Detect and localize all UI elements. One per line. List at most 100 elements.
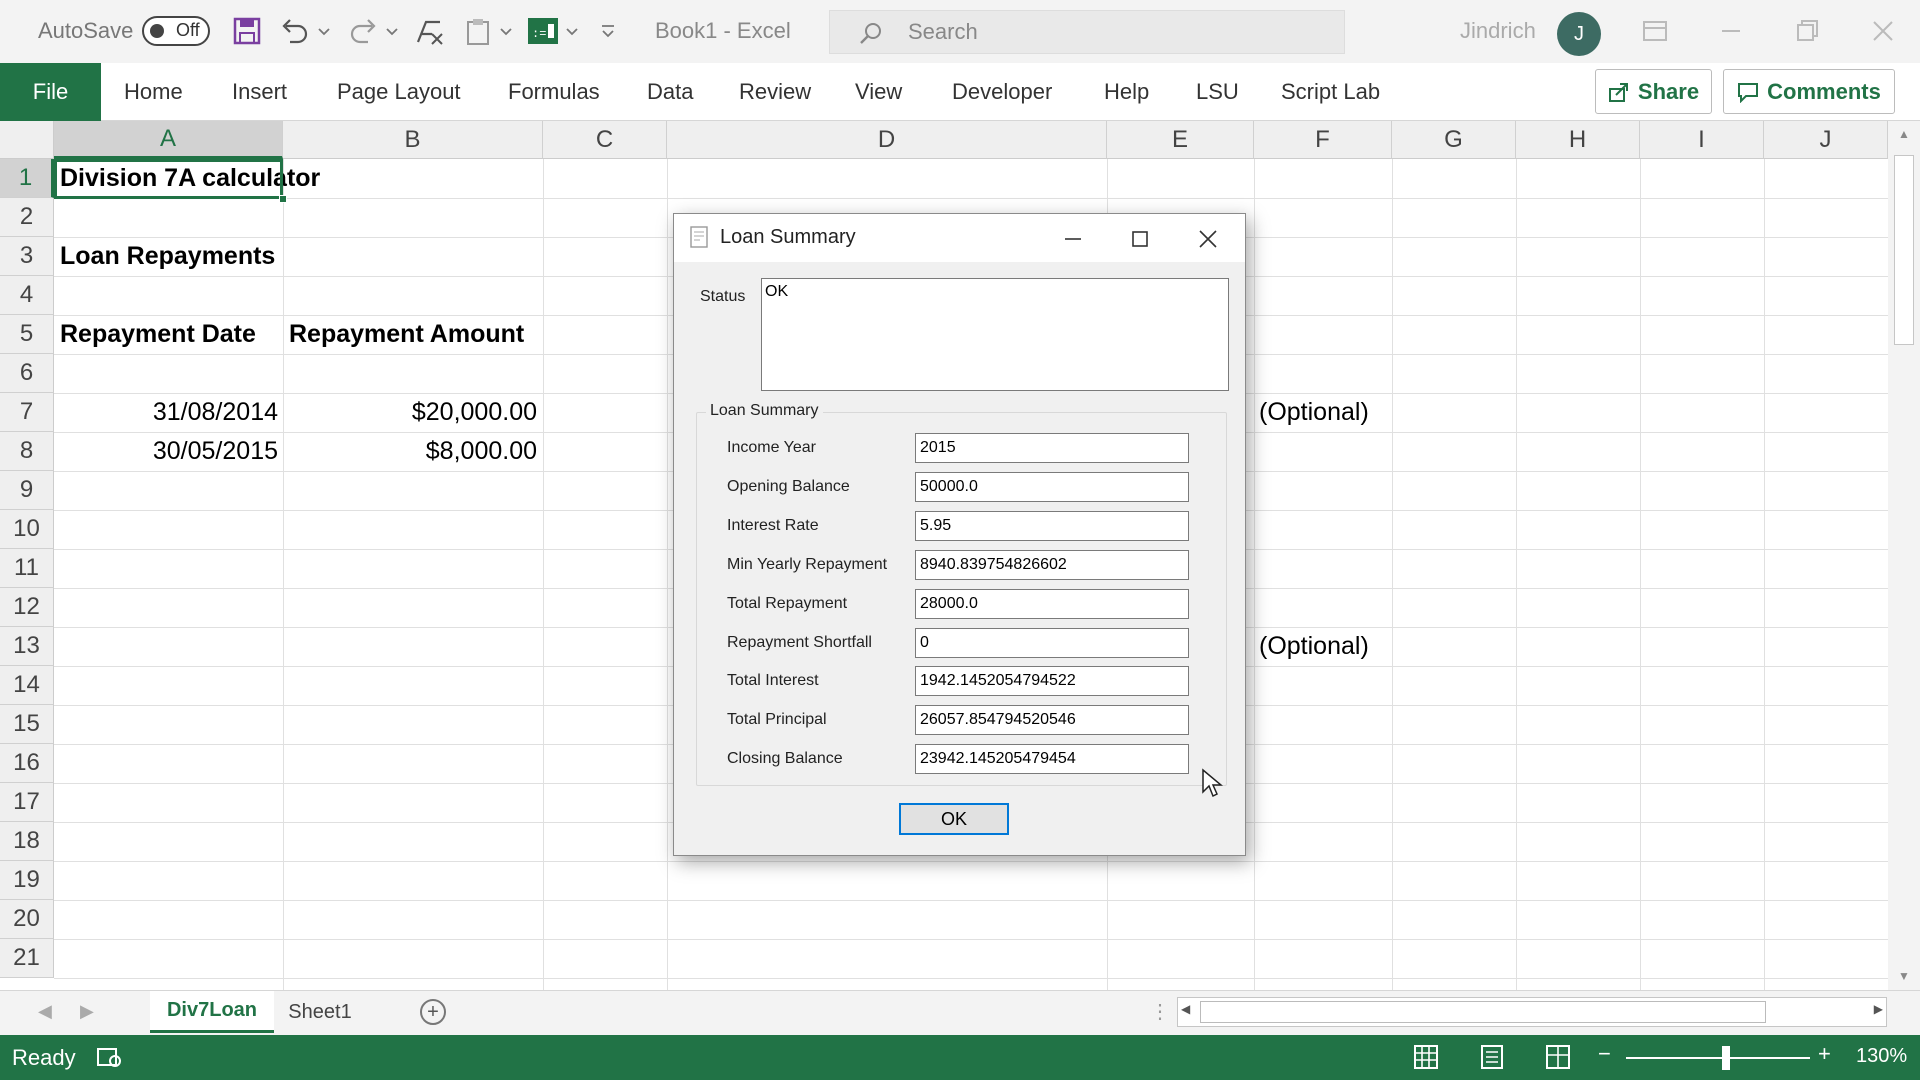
- macro-recording-icon[interactable]: [96, 1045, 122, 1069]
- column-header-f[interactable]: F: [1254, 121, 1392, 159]
- status-textbox[interactable]: OK: [761, 278, 1229, 391]
- normal-view-icon[interactable]: [1412, 1043, 1440, 1071]
- total-interest-field[interactable]: 1942.1452054794522: [915, 666, 1189, 696]
- share-button[interactable]: Share: [1595, 69, 1712, 114]
- page-break-preview-icon[interactable]: [1544, 1043, 1572, 1071]
- tab-help[interactable]: Help: [1104, 79, 1149, 105]
- row-header-14[interactable]: 14: [0, 666, 54, 705]
- row-header-2[interactable]: 2: [0, 198, 54, 237]
- row-header-6[interactable]: 6: [0, 354, 54, 393]
- zoom-out-icon[interactable]: −: [1598, 1041, 1611, 1067]
- row-header-12[interactable]: 12: [0, 588, 54, 627]
- cell-f7[interactable]: (Optional): [1259, 393, 1369, 432]
- dialog-maximize-icon[interactable]: [1125, 224, 1155, 254]
- closing-balance-field[interactable]: 23942.145205479454: [915, 744, 1189, 774]
- scroll-right-icon[interactable]: ▶: [1874, 1002, 1883, 1016]
- vertical-scroll-thumb[interactable]: [1894, 155, 1914, 345]
- row-header-1[interactable]: 1: [0, 159, 54, 198]
- sheet-tab-div7loan[interactable]: Div7Loan: [150, 991, 274, 1033]
- column-header-c[interactable]: C: [543, 121, 667, 159]
- row-header-10[interactable]: 10: [0, 510, 54, 549]
- min-yearly-repayment-field[interactable]: 8940.839754826602: [915, 550, 1189, 580]
- row-header-13[interactable]: 13: [0, 627, 54, 666]
- cell-b7[interactable]: $20,000.00: [283, 393, 537, 432]
- ribbon-display-options-icon[interactable]: [1638, 14, 1672, 48]
- zoom-slider[interactable]: [1626, 1057, 1810, 1059]
- column-header-j[interactable]: J: [1764, 121, 1888, 159]
- select-all-corner[interactable]: [0, 121, 54, 159]
- redo-icon[interactable]: [346, 14, 380, 48]
- row-header-21[interactable]: 21: [0, 939, 54, 978]
- income-year-field[interactable]: 2015: [915, 433, 1189, 463]
- zoom-in-icon[interactable]: +: [1818, 1041, 1831, 1067]
- tab-developer[interactable]: Developer: [952, 79, 1052, 105]
- undo-icon[interactable]: [278, 14, 312, 48]
- tab-home[interactable]: Home: [124, 79, 183, 105]
- avatar[interactable]: J: [1557, 12, 1601, 56]
- ok-button[interactable]: OK: [899, 803, 1009, 835]
- scroll-up-icon[interactable]: ▲: [1896, 127, 1912, 143]
- horizontal-scroll-thumb[interactable]: [1200, 1001, 1766, 1023]
- minimize-icon[interactable]: [1714, 14, 1748, 48]
- row-header-3[interactable]: 3: [0, 237, 54, 276]
- total-repayment-field[interactable]: 28000.0: [915, 589, 1189, 619]
- cell-f13[interactable]: (Optional): [1259, 627, 1369, 666]
- next-sheet-icon[interactable]: ▶: [80, 1001, 94, 1022]
- sheet-tab-sheet1[interactable]: Sheet1: [274, 991, 366, 1033]
- row-header-11[interactable]: 11: [0, 549, 54, 588]
- dialog-minimize-icon[interactable]: [1058, 224, 1088, 254]
- redo-dropdown-icon[interactable]: [382, 14, 402, 48]
- zoom-slider-thumb[interactable]: [1722, 1046, 1730, 1070]
- total-principal-field[interactable]: 26057.854794520546: [915, 705, 1189, 735]
- tab-formulas[interactable]: Formulas: [508, 79, 600, 105]
- tab-page-layout[interactable]: Page Layout: [337, 79, 461, 105]
- cell-a5[interactable]: Repayment Date: [60, 315, 256, 354]
- prev-sheet-icon[interactable]: ◀: [38, 1001, 52, 1022]
- opening-balance-field[interactable]: 50000.0: [915, 472, 1189, 502]
- horizontal-scrollbar[interactable]: ◀ ▶: [1177, 997, 1887, 1027]
- page-layout-view-icon[interactable]: [1478, 1043, 1506, 1071]
- column-header-i[interactable]: I: [1640, 121, 1764, 159]
- tab-view[interactable]: View: [855, 79, 902, 105]
- interest-rate-field[interactable]: 5.95: [915, 511, 1189, 541]
- paste-icon[interactable]: [460, 14, 494, 48]
- zoom-level[interactable]: 130%: [1856, 1045, 1907, 1068]
- row-header-9[interactable]: 9: [0, 471, 54, 510]
- fill-handle[interactable]: [279, 195, 287, 203]
- dialog-title-bar[interactable]: Loan Summary: [674, 214, 1245, 262]
- row-header-8[interactable]: 8: [0, 432, 54, 471]
- add-sheet-icon[interactable]: +: [420, 999, 446, 1025]
- macro-dropdown-icon[interactable]: [562, 14, 582, 48]
- cell-a7[interactable]: 31/08/2014: [54, 393, 278, 432]
- restore-icon[interactable]: [1790, 14, 1824, 48]
- autosave-toggle[interactable]: Off: [142, 16, 210, 46]
- tab-review[interactable]: Review: [739, 79, 811, 105]
- tab-lsu[interactable]: LSU: [1196, 79, 1239, 105]
- close-icon[interactable]: [1866, 14, 1900, 48]
- save-icon[interactable]: [230, 14, 264, 48]
- column-header-h[interactable]: H: [1516, 121, 1640, 159]
- macro-icon[interactable]: :=: [526, 14, 560, 48]
- clear-formats-icon[interactable]: [412, 14, 446, 48]
- column-header-a[interactable]: A: [54, 121, 283, 159]
- customize-qat-icon[interactable]: [596, 14, 620, 48]
- row-header-4[interactable]: 4: [0, 276, 54, 315]
- cell-b8[interactable]: $8,000.00: [283, 432, 537, 471]
- row-header-17[interactable]: 17: [0, 783, 54, 822]
- tab-script-lab[interactable]: Script Lab: [1281, 79, 1380, 105]
- row-header-5[interactable]: 5: [0, 315, 54, 354]
- row-header-15[interactable]: 15: [0, 705, 54, 744]
- comments-button[interactable]: Comments: [1723, 69, 1895, 114]
- tab-insert[interactable]: Insert: [232, 79, 287, 105]
- row-header-18[interactable]: 18: [0, 822, 54, 861]
- scroll-left-icon[interactable]: ◀: [1181, 1002, 1190, 1016]
- split-handle-icon[interactable]: ⋮: [1150, 999, 1170, 1024]
- column-header-d[interactable]: D: [667, 121, 1107, 159]
- column-header-g[interactable]: G: [1392, 121, 1516, 159]
- scroll-down-icon[interactable]: ▼: [1896, 969, 1912, 985]
- tab-data[interactable]: Data: [647, 79, 693, 105]
- cell-a8[interactable]: 30/05/2015: [54, 432, 278, 471]
- row-header-16[interactable]: 16: [0, 744, 54, 783]
- repayment-shortfall-field[interactable]: 0: [915, 628, 1189, 658]
- cell-b5[interactable]: Repayment Amount: [289, 315, 524, 354]
